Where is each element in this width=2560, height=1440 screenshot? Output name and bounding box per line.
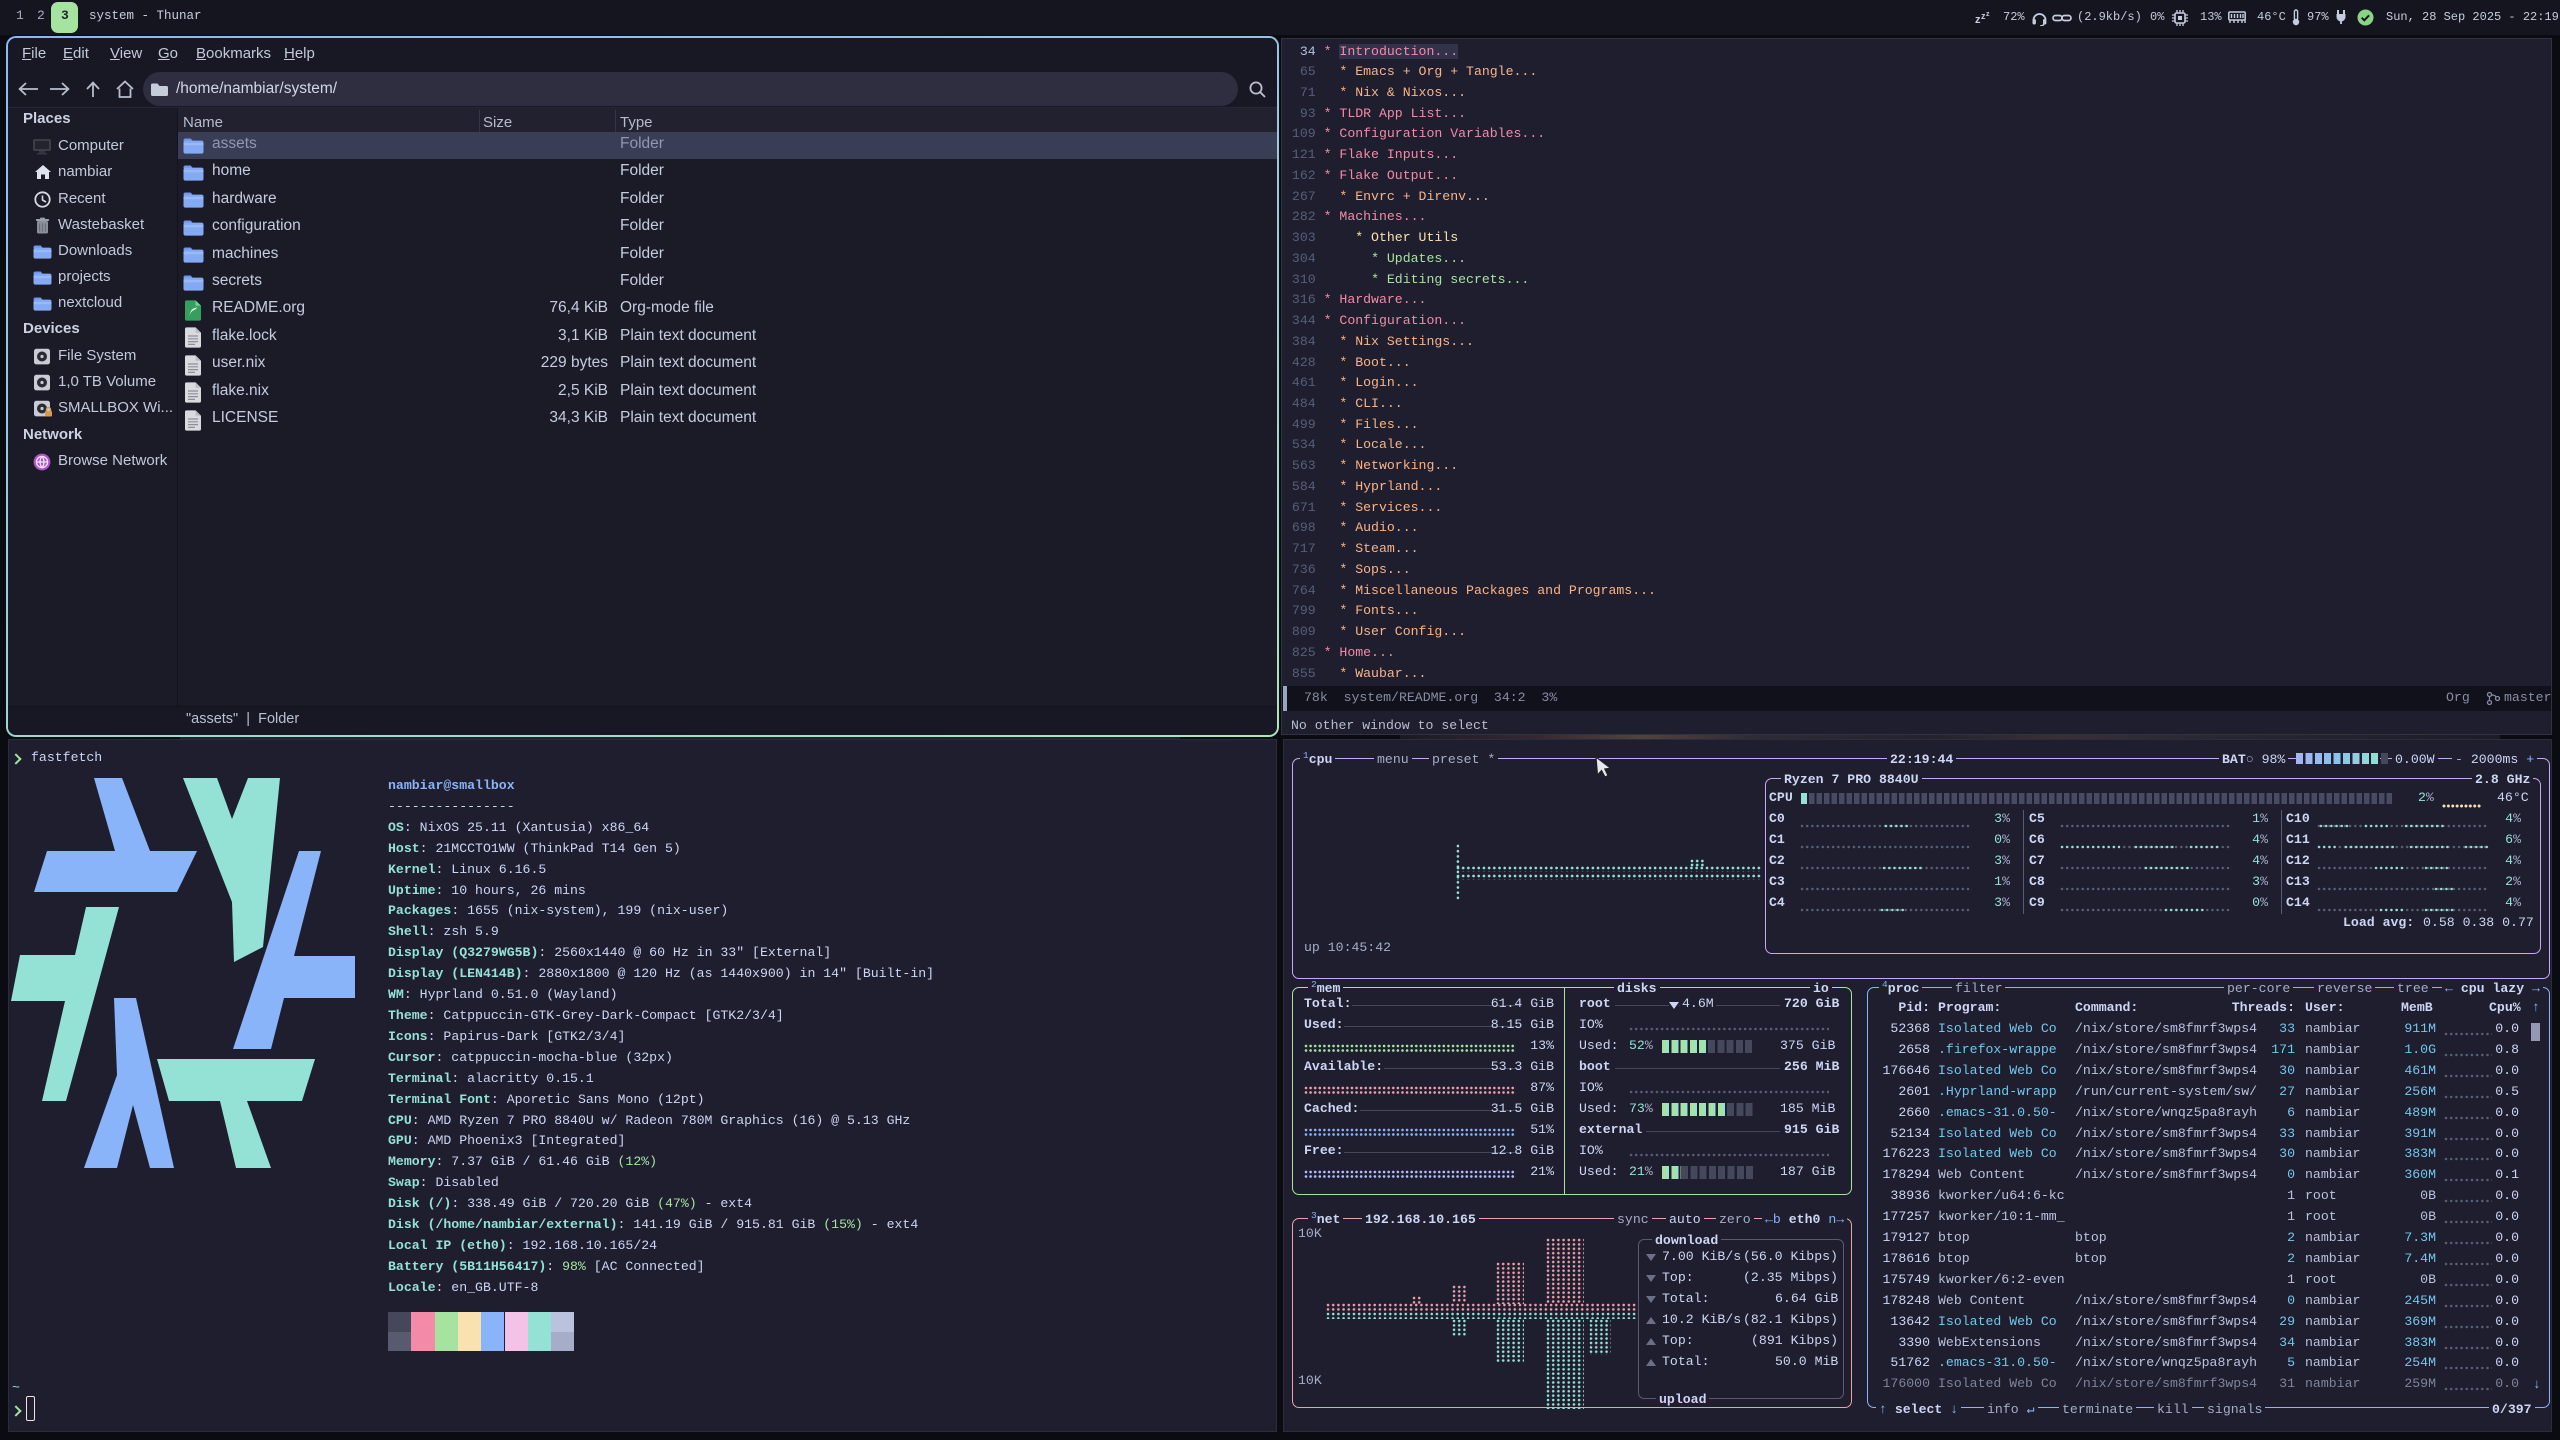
svg-text:z: z <box>1986 11 1990 18</box>
